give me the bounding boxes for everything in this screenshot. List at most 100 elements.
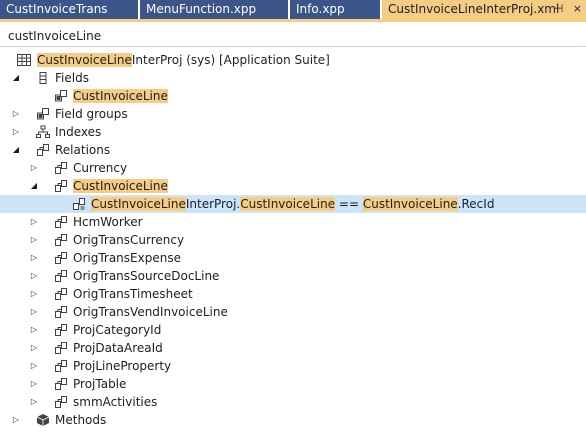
tree-root-label: CustInvoiceLineInterProj (sys) [Applicat… bbox=[37, 51, 330, 69]
tree-item-relation-constraint[interactable]: CustInvoiceLineInterProj.CustInvoiceLine… bbox=[0, 195, 586, 213]
tab-label: CustInvoiceTrans bbox=[6, 2, 108, 16]
pin-icon[interactable]: ⊣ bbox=[554, 2, 564, 15]
expand-arrow-icon[interactable]: ▷ bbox=[11, 411, 21, 429]
tree-item-relation[interactable]: ▷ ProjDataAreaId bbox=[0, 339, 586, 357]
relation-constraint-icon bbox=[73, 198, 85, 210]
expand-arrow-icon[interactable]: ▷ bbox=[29, 267, 39, 285]
expr-text: .RecId bbox=[457, 197, 495, 211]
tree-item-fields[interactable]: ◢ Fields bbox=[0, 69, 586, 87]
relation-icon bbox=[55, 180, 67, 192]
relation-icon bbox=[55, 360, 67, 372]
expand-arrow-icon[interactable]: ▷ bbox=[29, 285, 39, 303]
tree-item-label: OrigTransTimesheet bbox=[73, 287, 193, 301]
tab-label: MenuFunction.xpp bbox=[146, 2, 257, 16]
table-icon bbox=[17, 54, 31, 66]
relation-icon bbox=[55, 162, 67, 174]
tree-item-label: Field groups bbox=[55, 107, 128, 121]
tab-menufunction[interactable]: MenuFunction.xpp bbox=[140, 0, 288, 19]
expand-arrow-icon[interactable]: ▷ bbox=[29, 393, 39, 411]
expand-arrow-icon[interactable]: ▷ bbox=[29, 249, 39, 267]
field-groups-icon bbox=[37, 108, 49, 120]
tree-item-relation[interactable]: ▷ OrigTransCurrency bbox=[0, 231, 586, 249]
tree-item-label: Methods bbox=[55, 413, 107, 427]
relation-icon bbox=[55, 306, 67, 318]
expr-text: == bbox=[335, 197, 363, 211]
relations-icon bbox=[37, 144, 49, 156]
field-reference-icon bbox=[55, 90, 67, 102]
tree-item-label: Fields bbox=[55, 71, 89, 85]
tree-item-relation[interactable]: ▷ HcmWorker bbox=[0, 213, 586, 231]
expand-arrow-icon[interactable]: ▷ bbox=[29, 231, 39, 249]
tab-label: CustInvoiceLineInterProj.xml bbox=[388, 2, 560, 16]
active-tab-underline bbox=[0, 19, 586, 22]
search-box bbox=[0, 27, 586, 47]
tree-item-relation[interactable]: ▷ OrigTransVendInvoiceLine bbox=[0, 303, 586, 321]
search-match: CustInvoiceLine bbox=[91, 197, 186, 211]
tree-item-label: ProjDataAreaId bbox=[73, 341, 163, 355]
tree-item-methods[interactable]: ▷ Methods bbox=[0, 411, 586, 429]
tree-item-label: ProjCategoryId bbox=[73, 323, 162, 337]
tree-item-label: Currency bbox=[73, 161, 128, 175]
collapse-arrow-icon[interactable]: ◢ bbox=[29, 177, 39, 195]
tree-item-label: OrigTransExpense bbox=[73, 251, 181, 265]
tree-item-indexes[interactable]: ▷ Indexes bbox=[0, 123, 586, 141]
tree-item-label: CustInvoiceLine bbox=[73, 87, 168, 105]
search-match: CustInvoiceLine bbox=[73, 89, 168, 103]
expand-arrow-icon[interactable]: ▷ bbox=[29, 213, 39, 231]
tree-item-relation[interactable]: ▷ ProjCategoryId bbox=[0, 321, 586, 339]
tree-item-relation[interactable]: ▷ smmActivities bbox=[0, 393, 586, 411]
expand-arrow-icon[interactable]: ▷ bbox=[29, 159, 39, 177]
search-input[interactable] bbox=[0, 27, 586, 45]
indexes-icon bbox=[36, 125, 50, 138]
tree-item-relation[interactable]: ▷ ProjTable bbox=[0, 375, 586, 393]
tree-item-relation[interactable]: ▷ OrigTransTimesheet bbox=[0, 285, 586, 303]
search-match: CustInvoiceLine bbox=[37, 53, 132, 67]
collapse-arrow-icon[interactable]: ◢ bbox=[11, 69, 21, 87]
expand-arrow-icon[interactable]: ▷ bbox=[29, 375, 39, 393]
relation-icon bbox=[55, 342, 67, 354]
tab-label: Info.xpp bbox=[296, 2, 345, 16]
collapse-arrow-icon[interactable]: ◢ bbox=[11, 141, 21, 159]
tree-item-label: ProjTable bbox=[73, 377, 127, 391]
tree-item-label: Indexes bbox=[55, 125, 102, 139]
relation-icon bbox=[55, 288, 67, 300]
tree-item-field-custinvoiceline[interactable]: CustInvoiceLine bbox=[0, 87, 586, 105]
tab-custinvoicetrans[interactable]: CustInvoiceTrans bbox=[0, 0, 138, 19]
relation-icon bbox=[55, 396, 67, 408]
tree-item-label: OrigTransSourceDocLine bbox=[73, 269, 220, 283]
expand-arrow-icon[interactable]: ▷ bbox=[29, 321, 39, 339]
tree-root-item[interactable]: CustInvoiceLineInterProj (sys) [Applicat… bbox=[0, 51, 586, 69]
relation-icon bbox=[55, 234, 67, 246]
tree-item-label: CustInvoiceLine bbox=[73, 177, 168, 195]
root-label-rest: InterProj (sys) [Application Suite] bbox=[131, 53, 330, 67]
document-tab-bar: CustInvoiceTrans MenuFunction.xpp Info.x… bbox=[0, 0, 586, 27]
relation-icon bbox=[55, 270, 67, 282]
close-icon[interactable]: × bbox=[573, 2, 582, 15]
tab-actions: ⊣ × bbox=[548, 0, 582, 19]
expand-arrow-icon[interactable]: ▷ bbox=[11, 123, 21, 141]
tree-item-relation[interactable]: ▷ OrigTransSourceDocLine bbox=[0, 267, 586, 285]
expand-arrow-icon[interactable]: ▷ bbox=[29, 303, 39, 321]
tree-item-label: smmActivities bbox=[73, 395, 158, 409]
expand-arrow-icon[interactable]: ▷ bbox=[29, 357, 39, 375]
fields-icon bbox=[39, 72, 47, 84]
tree-item-label: OrigTransCurrency bbox=[73, 233, 185, 247]
tab-info[interactable]: Info.xpp bbox=[290, 0, 380, 19]
expand-arrow-icon[interactable]: ▷ bbox=[29, 339, 39, 357]
relation-icon bbox=[55, 216, 67, 228]
tree-item-label: ProjLineProperty bbox=[73, 359, 172, 373]
search-match: CustInvoiceLine bbox=[73, 179, 168, 193]
expand-arrow-icon[interactable]: ▷ bbox=[11, 105, 21, 123]
methods-icon bbox=[36, 414, 50, 426]
tree-item-relation[interactable]: ▷ ProjLineProperty bbox=[0, 357, 586, 375]
tree-item-label: OrigTransVendInvoiceLine bbox=[73, 305, 228, 319]
tree-item-relation[interactable]: ▷ Currency bbox=[0, 159, 586, 177]
tree-item-field-groups[interactable]: ▷ Field groups bbox=[0, 105, 586, 123]
tree-item-relation[interactable]: ▷ OrigTransExpense bbox=[0, 249, 586, 267]
search-match: CustInvoiceLine bbox=[240, 197, 336, 211]
tree-item-relation-custinvoiceline[interactable]: ◢ CustInvoiceLine bbox=[0, 177, 586, 195]
expr-text: InterProj. bbox=[185, 197, 241, 211]
tree-item-relations[interactable]: ◢ Relations bbox=[0, 141, 586, 159]
search-match: CustInvoiceLine bbox=[362, 197, 458, 211]
relation-icon bbox=[55, 378, 67, 390]
